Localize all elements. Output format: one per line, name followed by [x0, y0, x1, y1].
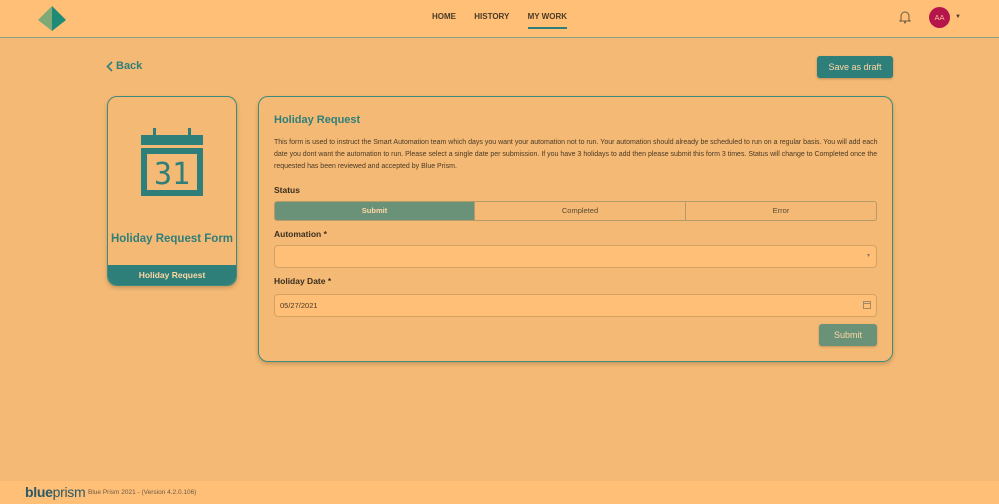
- blueprism-logo: blueprism: [25, 484, 86, 500]
- automation-select[interactable]: ▼: [274, 245, 877, 268]
- calendar-picker-icon[interactable]: [863, 301, 871, 309]
- status-error[interactable]: Error: [685, 202, 876, 220]
- save-as-draft-button[interactable]: Save as draft: [817, 56, 893, 78]
- dropdown-arrow-icon: ▼: [866, 253, 871, 259]
- nav-my-work[interactable]: MY WORK: [527, 0, 568, 34]
- chevron-down-icon[interactable]: ▼: [955, 14, 961, 20]
- holiday-date-label: Holiday Date *: [274, 276, 332, 286]
- card-title: Holiday Request Form: [110, 233, 234, 245]
- form-panel: Holiday Request This form is used to ins…: [258, 96, 893, 362]
- main-nav: HOME HISTORY MY WORK: [0, 0, 999, 38]
- nav-history[interactable]: HISTORY: [474, 0, 509, 34]
- back-label: Back: [116, 60, 143, 72]
- holiday-date-input[interactable]: 05/27/2021: [274, 294, 877, 317]
- holiday-date-value: 05/27/2021: [280, 301, 318, 310]
- brand-part-2: prism: [52, 484, 86, 500]
- status-label: Status: [274, 185, 300, 195]
- form-card[interactable]: 31 Holiday Request Form Holiday Request: [107, 96, 237, 286]
- automation-label: Automation *: [274, 229, 327, 239]
- version-text: Blue Prism 2021 - (Version 4.2.0.106): [88, 489, 197, 496]
- status-submit[interactable]: Submit: [275, 202, 474, 220]
- calendar-day: 31: [154, 157, 190, 192]
- back-link[interactable]: Back: [106, 60, 142, 72]
- submit-button[interactable]: Submit: [819, 324, 877, 346]
- brand-part-1: blue: [25, 484, 53, 500]
- nav-home[interactable]: HOME: [432, 0, 456, 34]
- status-completed[interactable]: Completed: [474, 202, 685, 220]
- calendar-icon: 31: [141, 128, 203, 196]
- card-footer: Holiday Request: [108, 265, 236, 285]
- status-selector: Submit Completed Error: [274, 201, 877, 221]
- top-header: HOME HISTORY MY WORK AA ▼: [0, 0, 999, 38]
- user-avatar[interactable]: AA: [929, 7, 950, 28]
- bell-icon[interactable]: [899, 10, 911, 24]
- form-title: Holiday Request: [274, 114, 361, 126]
- chevron-left-icon: [106, 60, 113, 72]
- form-description: This form is used to instruct the Smart …: [274, 139, 878, 170]
- page-footer: blueprism Blue Prism 2021 - (Version 4.2…: [0, 481, 999, 504]
